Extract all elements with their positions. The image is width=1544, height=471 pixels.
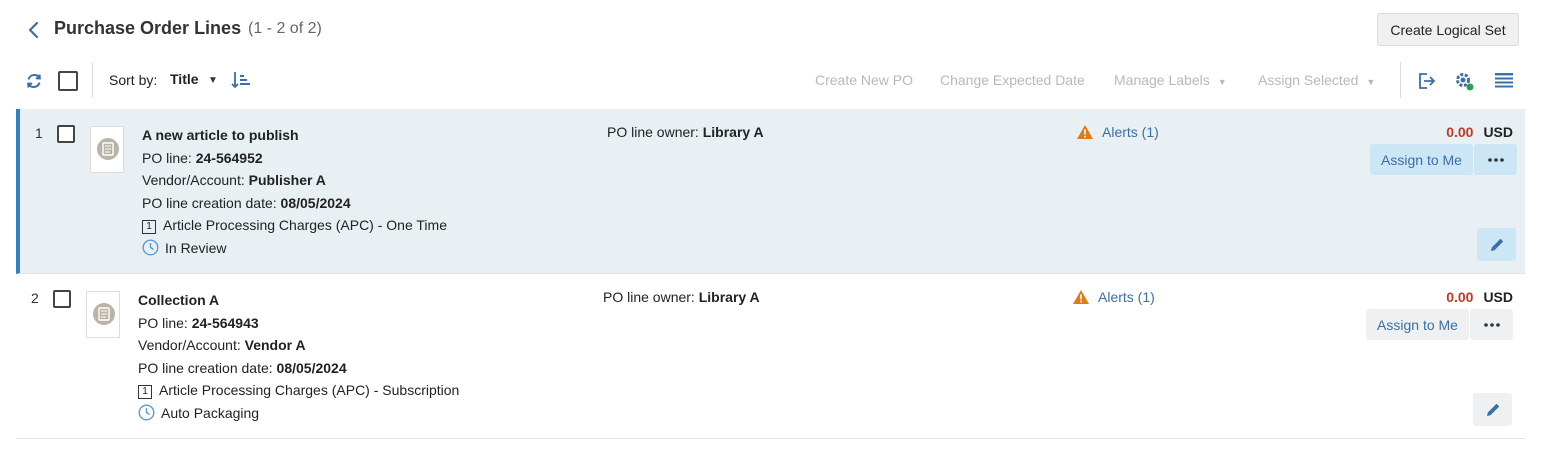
row-number: 2 bbox=[31, 290, 39, 306]
owner-label: PO line owner: bbox=[607, 124, 699, 140]
price: 0.00 USD bbox=[1446, 124, 1513, 140]
list-toolbar: Sort by: Title ▼ Create New PO Change Ex… bbox=[0, 60, 1544, 102]
creation-date: PO line creation date: 08/05/2024 bbox=[142, 192, 447, 215]
assign-selected-label: Assign Selected bbox=[1258, 72, 1359, 88]
po-line-label: PO line: bbox=[142, 149, 192, 166]
po-line-value: 24-564943 bbox=[191, 314, 259, 331]
document-icon bbox=[97, 138, 119, 160]
status-value: Auto Packaging bbox=[161, 404, 260, 421]
page-header: Purchase Order Lines (1 - 2 of 2) Create… bbox=[0, 0, 1544, 60]
order-type-value: Article Processing Charges (APC) - Subsc… bbox=[159, 382, 460, 398]
settings-icon[interactable] bbox=[1453, 70, 1475, 92]
order-type: 1 Article Processing Charges (APC) - Subs… bbox=[138, 379, 459, 402]
change-expected-date-action[interactable]: Change Expected Date bbox=[940, 72, 1085, 88]
sort-direction-icon[interactable] bbox=[231, 71, 251, 89]
page-title: Purchase Order Lines bbox=[54, 18, 242, 38]
item-details: A new article to publish PO line: 24-564… bbox=[142, 124, 447, 262]
po-line-number: PO line: 24-564952 bbox=[142, 147, 447, 170]
workflow-status: Auto Packaging bbox=[138, 402, 459, 428]
po-line-owner: PO line owner: Library A bbox=[603, 289, 760, 305]
po-line-owner: PO line owner: Library A bbox=[607, 124, 764, 140]
date-label: PO line creation date: bbox=[138, 359, 273, 376]
date-label: PO line creation date: bbox=[142, 194, 277, 211]
manage-labels-label: Manage Labels bbox=[1114, 72, 1210, 88]
row-checkbox[interactable] bbox=[53, 290, 71, 308]
price-currency: USD bbox=[1483, 124, 1513, 140]
alerts-link[interactable]: Alerts (1) bbox=[1072, 289, 1155, 305]
clock-icon bbox=[142, 238, 159, 263]
columns-icon[interactable] bbox=[1493, 70, 1515, 92]
vendor-label: Vendor/Account: bbox=[142, 172, 245, 188]
sort-caret-icon[interactable]: ▼ bbox=[208, 75, 218, 86]
item-title-link[interactable]: Collection A bbox=[138, 289, 459, 312]
chevron-down-icon: ▼ bbox=[1366, 77, 1376, 87]
creation-date: PO line creation date: 08/05/2024 bbox=[138, 357, 459, 380]
date-value: 08/05/2024 bbox=[280, 194, 351, 211]
row-number: 1 bbox=[35, 125, 43, 141]
alerts-label: Alerts (1) bbox=[1098, 289, 1155, 305]
alerts-link[interactable]: Alerts (1) bbox=[1076, 124, 1159, 140]
item-thumbnail bbox=[90, 126, 124, 173]
order-type-value: Article Processing Charges (APC) - One T… bbox=[163, 217, 447, 233]
status-value: In Review bbox=[165, 239, 227, 256]
edit-pencil-icon[interactable] bbox=[1473, 393, 1512, 426]
item-thumbnail bbox=[86, 291, 120, 338]
warning-icon bbox=[1077, 125, 1093, 139]
back-arrow-icon[interactable] bbox=[24, 19, 44, 41]
vendor-value: Vendor A bbox=[244, 337, 306, 353]
toolbar-divider bbox=[92, 62, 93, 98]
clock-icon bbox=[138, 403, 155, 428]
results-count: (1 - 2 of 2) bbox=[248, 20, 322, 37]
document-icon bbox=[93, 303, 115, 325]
type-badge: 1 bbox=[142, 220, 156, 234]
owner-label: PO line owner: bbox=[603, 289, 695, 305]
vendor-account: Vendor/Account: Publisher A bbox=[142, 169, 447, 192]
assign-selected-dropdown[interactable]: Assign Selected ▼ bbox=[1258, 72, 1375, 88]
alerts-label: Alerts (1) bbox=[1102, 124, 1159, 140]
edit-pencil-icon[interactable] bbox=[1477, 228, 1516, 261]
list-item[interactable]: 1 A new article to publish PO line: 24-5… bbox=[16, 109, 1525, 274]
workflow-status: In Review bbox=[142, 237, 447, 263]
sort-field-dropdown[interactable]: Title bbox=[170, 71, 199, 87]
refresh-icon[interactable] bbox=[25, 72, 43, 90]
assign-to-me-button[interactable]: Assign to Me bbox=[1370, 144, 1473, 175]
assign-to-me-button[interactable]: Assign to Me bbox=[1366, 309, 1469, 340]
create-new-po-action[interactable]: Create New PO bbox=[815, 72, 913, 88]
more-actions-icon[interactable] bbox=[1470, 309, 1513, 340]
select-all-checkbox[interactable] bbox=[58, 71, 78, 91]
po-line-value: 24-564952 bbox=[195, 149, 263, 166]
sort-label: Sort by: bbox=[109, 72, 158, 88]
po-line-number: PO line: 24-564943 bbox=[138, 312, 459, 335]
vendor-account: Vendor/Account: Vendor A bbox=[138, 334, 459, 357]
po-line-label: PO line: bbox=[138, 314, 188, 331]
type-badge: 1 bbox=[138, 385, 152, 399]
owner-value: Library A bbox=[702, 124, 764, 140]
item-title-link[interactable]: A new article to publish bbox=[142, 124, 447, 147]
list-item[interactable]: 2 Collection A PO line: 24-564943 Vendor… bbox=[16, 274, 1525, 439]
price-currency: USD bbox=[1483, 289, 1513, 305]
warning-icon bbox=[1073, 290, 1089, 304]
price-amount: 0.00 bbox=[1446, 289, 1474, 305]
chevron-down-icon: ▼ bbox=[1217, 77, 1227, 87]
order-type: 1 Article Processing Charges (APC) - One … bbox=[142, 214, 447, 237]
create-logical-set-button[interactable]: Create Logical Set bbox=[1377, 13, 1519, 46]
owner-value: Library A bbox=[698, 289, 760, 305]
manage-labels-dropdown[interactable]: Manage Labels ▼ bbox=[1114, 72, 1227, 88]
vendor-label: Vendor/Account: bbox=[138, 337, 241, 353]
toolbar-divider bbox=[1400, 62, 1401, 98]
export-icon[interactable] bbox=[1416, 70, 1438, 92]
price-amount: 0.00 bbox=[1446, 124, 1474, 140]
item-details: Collection A PO line: 24-564943 Vendor/A… bbox=[138, 289, 459, 427]
more-actions-icon[interactable] bbox=[1474, 144, 1517, 175]
date-value: 08/05/2024 bbox=[276, 359, 347, 376]
vendor-value: Publisher A bbox=[248, 172, 326, 188]
row-checkbox[interactable] bbox=[57, 125, 75, 143]
price: 0.00 USD bbox=[1446, 289, 1513, 305]
